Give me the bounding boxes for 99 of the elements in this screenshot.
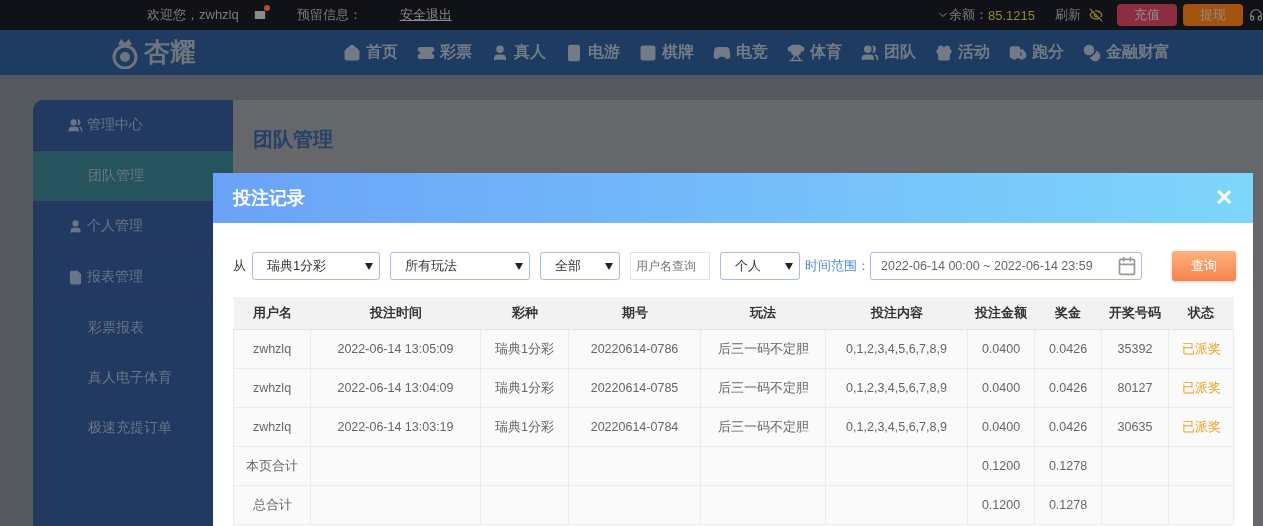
table-cell: 0,1,2,3,4,5,6,7,8,9: [825, 329, 968, 369]
table-cell: 0.1278: [1034, 446, 1102, 486]
column-header: 奖金: [1034, 297, 1102, 330]
scope-select[interactable]: 个人: [720, 252, 800, 280]
table-cell: 0,1,2,3,4,5,6,7,8,9: [825, 368, 968, 408]
table-cell: 0.0426: [1034, 329, 1102, 369]
table-cell: 0.0400: [967, 407, 1035, 447]
logo-text[interactable]: 杏耀: [144, 35, 196, 70]
headset-icon[interactable]: [1249, 8, 1263, 22]
team-icon: [68, 117, 83, 133]
play-select[interactable]: 所有玩法: [390, 252, 530, 280]
date-range-field[interactable]: 2022-06-14 00:00 ~ 2022-06-14 23:59: [870, 252, 1142, 280]
logo-emblem-icon: [110, 36, 140, 69]
column-header: 玩法: [700, 297, 826, 330]
nav-item[interactable]: 金融财富: [1083, 42, 1170, 63]
team-icon: [861, 43, 879, 62]
person-icon: [68, 218, 83, 234]
logout-link[interactable]: 安全退出: [399, 6, 452, 24]
table-cell: zwhzlq: [233, 407, 311, 447]
table-cell: 20220614-0785: [568, 368, 701, 408]
table-cell: 已派奖: [1168, 407, 1234, 447]
nav-item[interactable]: 首页: [343, 42, 398, 63]
nav-item[interactable]: 电竞: [713, 42, 768, 63]
money-icon: [1083, 43, 1101, 62]
person-icon: [491, 43, 509, 62]
table-cell: 0.0400: [967, 329, 1035, 369]
nav-item[interactable]: 真人: [491, 42, 546, 63]
home-icon: [343, 43, 361, 62]
table-cell: 80127: [1101, 368, 1169, 408]
table-cell: 0.0400: [967, 368, 1035, 408]
table-cell: 2022-06-14 13:05:09: [310, 329, 481, 369]
nav-item[interactable]: 活动: [935, 42, 990, 63]
sidebar-item[interactable]: 团队管理: [33, 151, 233, 201]
welcome-text: 欢迎您，zwhzlq: [147, 6, 239, 24]
caret-icon: [365, 262, 373, 270]
dialog-title: 投注记录: [233, 187, 305, 210]
table-cell: 0.0426: [1034, 407, 1102, 447]
caret-icon: [515, 262, 523, 270]
caret-icon: [785, 262, 793, 270]
nav-item[interactable]: 棋牌: [639, 42, 694, 63]
balance-value: 85.1215: [988, 7, 1035, 23]
table-cell: 瑞典1分彩: [480, 368, 569, 408]
column-header: 用户名: [233, 297, 311, 330]
table-cell: 2022-06-14 13:03:19: [310, 407, 481, 447]
nav-item[interactable]: 彩票: [417, 42, 472, 63]
nav-item[interactable]: 体育: [787, 42, 842, 63]
mail-icon[interactable]: [252, 8, 267, 22]
refresh-link[interactable]: 刷新: [1055, 6, 1081, 24]
nav-item[interactable]: 团队: [861, 42, 916, 63]
caret-icon: [605, 262, 613, 270]
table-cell: 后三一码不定胆: [700, 329, 826, 369]
table-cell: 本页合计: [233, 446, 311, 486]
table-cell: 2022-06-14 13:04:09: [310, 368, 481, 408]
column-header: 状态: [1168, 297, 1234, 330]
table-cell: 30635: [1101, 407, 1169, 447]
table-cell: zwhzlq: [233, 329, 311, 369]
table-cell: 总合计: [233, 485, 311, 525]
table-cell: zwhzlq: [233, 368, 311, 408]
column-header: 投注时间: [310, 297, 481, 330]
table-cell: 0,1,2,3,4,5,6,7,8,9: [825, 407, 968, 447]
table-cell: 20220614-0784: [568, 407, 701, 447]
reserved-info-label: 预留信息：: [296, 6, 362, 24]
from-label: 从: [233, 257, 246, 275]
calendar-icon[interactable]: [1117, 256, 1137, 276]
table-cell: 已派奖: [1168, 329, 1234, 369]
table-cell: 0.0426: [1034, 368, 1102, 408]
nav-item[interactable]: 电游: [565, 42, 620, 63]
table-cell: 0.1278: [1034, 485, 1102, 525]
table-cell: 35392: [1101, 329, 1169, 369]
table-cell: 20220614-0786: [568, 329, 701, 369]
withdraw-button[interactable]: 提现: [1183, 4, 1243, 26]
close-button[interactable]: ✕: [1215, 185, 1233, 211]
lottery-select[interactable]: 瑞典1分彩: [252, 252, 380, 280]
notification-dot: [263, 5, 270, 11]
trophy-icon: [787, 43, 805, 62]
status-select[interactable]: 全部: [540, 252, 620, 280]
query-button[interactable]: 查询: [1172, 251, 1236, 281]
nav-item[interactable]: 跑分: [1009, 42, 1064, 63]
table-cell: 0.1200: [967, 446, 1035, 486]
column-header: 彩种: [480, 297, 569, 330]
time-range-label: 时间范围：: [805, 257, 870, 275]
eye-off-icon[interactable]: [1089, 8, 1103, 22]
deposit-button[interactable]: 充值: [1117, 4, 1177, 26]
column-header: 开奖号码: [1101, 297, 1169, 330]
truck-icon: [1009, 43, 1027, 62]
table-cell: 后三一码不定胆: [700, 407, 826, 447]
file-icon: [68, 269, 83, 285]
table-cell: 后三一码不定胆: [700, 368, 826, 408]
table-cell: 瑞典1分彩: [480, 407, 569, 447]
table-cell: 已派奖: [1168, 368, 1234, 408]
table-cell: 0.1200: [967, 485, 1035, 525]
column-header: 投注内容: [825, 297, 968, 330]
column-header: 投注金额: [967, 297, 1035, 330]
balance-label: 余额：: [949, 6, 988, 24]
column-header: 期号: [568, 297, 701, 330]
username-field[interactable]: 用户名查询: [630, 252, 710, 280]
table-cell: 瑞典1分彩: [480, 329, 569, 369]
page-title: 团队管理: [253, 127, 334, 152]
gift-icon: [935, 43, 953, 62]
